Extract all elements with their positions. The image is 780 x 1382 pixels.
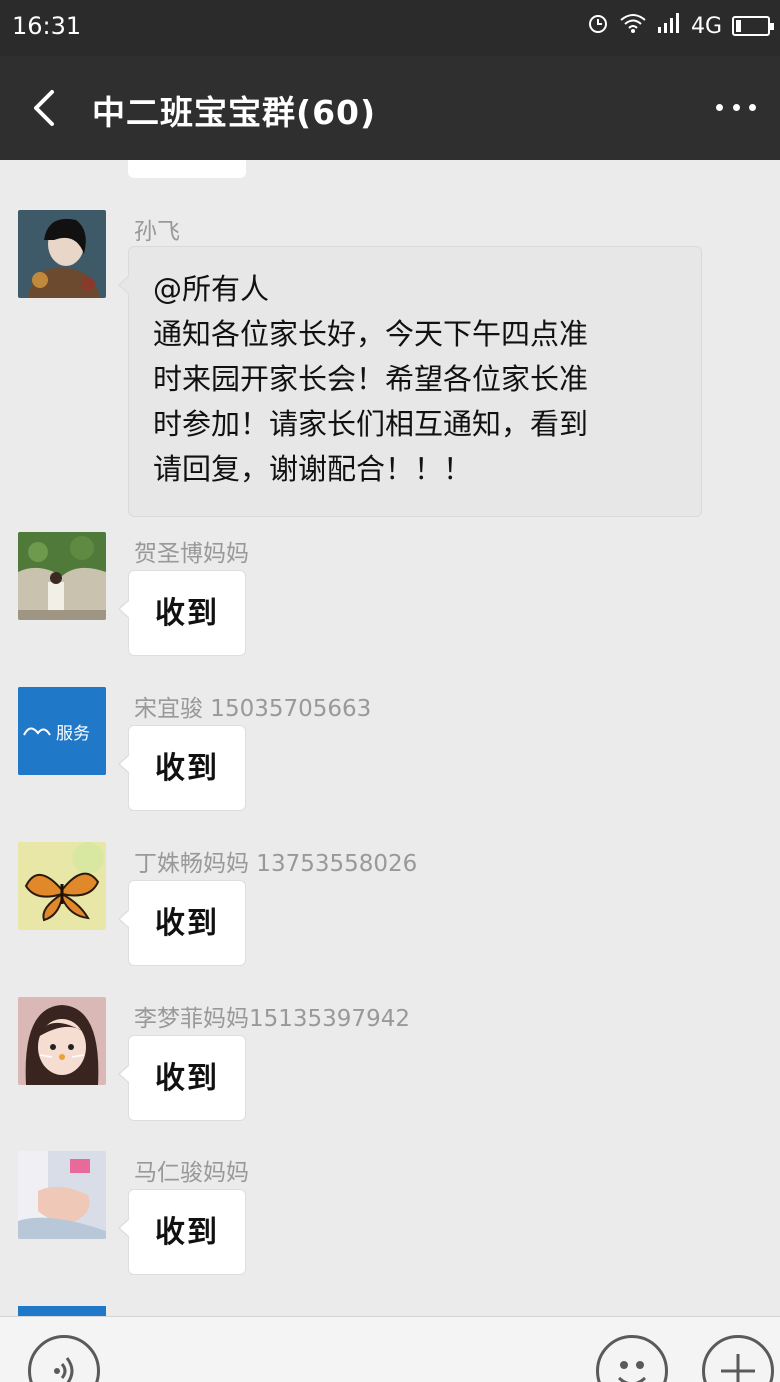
garden-photo-avatar[interactable] (18, 532, 106, 620)
sender-name: 贺圣博妈妈 (134, 541, 249, 567)
service-logo-text: 服务 (56, 724, 90, 744)
voice-icon (54, 1357, 74, 1382)
battery-icon (732, 16, 774, 36)
alarm-icon (587, 12, 609, 40)
message-bubble[interactable]: 收到 (118, 570, 246, 656)
message-text: 收到 (155, 1214, 219, 1250)
chat-area[interactable]: 孙飞 @所有人 通知各位家长好，今天下午四点准 时来园开家长会！希望各位家长准 … (0, 160, 780, 1316)
voice-button[interactable] (28, 1335, 100, 1382)
sender-name: 孙飞 (134, 219, 180, 245)
emoji-button[interactable] (596, 1335, 668, 1382)
wifi-icon (619, 12, 647, 40)
message-text: 收到 (155, 750, 219, 786)
message-bubble[interactable]: @所有人 通知各位家长好，今天下午四点准 时来园开家长会！希望各位家长准 时参加… (118, 246, 702, 517)
message-bubble[interactable]: 收到 (118, 1035, 246, 1121)
signal-icon (657, 12, 681, 40)
chat-title: 中二班宝宝群(60) (92, 93, 377, 132)
status-icons: 4G (587, 12, 774, 40)
dot-icon (749, 103, 756, 111)
plus-icon (721, 1354, 755, 1382)
sender-name: 宋宜骏 15035705663 (134, 696, 372, 722)
emoji-icon (617, 1361, 647, 1382)
child-hand-avatar[interactable] (18, 1151, 106, 1239)
input-bar (0, 1316, 780, 1382)
dot-icon (716, 103, 723, 111)
previous-message-bubble[interactable] (128, 160, 246, 178)
partial-avatar[interactable] (18, 1306, 106, 1316)
message-text: 收到 (155, 595, 219, 631)
butterfly-avatar[interactable] (18, 842, 106, 930)
dot-icon (732, 103, 740, 111)
message-text: @所有人 通知各位家长好，今天下午四点准 时来园开家长会！希望各位家长准 时参加… (153, 272, 589, 486)
back-arrow-icon (34, 90, 54, 126)
status-bar: 16:31 4G (0, 0, 780, 56)
woman-portrait-avatar[interactable] (18, 210, 106, 298)
battery-fill (736, 20, 741, 32)
message-bubble[interactable]: 收到 (118, 880, 246, 966)
plus-button[interactable] (702, 1335, 774, 1382)
back-button[interactable] (26, 86, 66, 130)
message-text: 收到 (155, 905, 219, 941)
sender-name: 丁姝畅妈妈 13753558026 (134, 851, 418, 877)
more-options-button[interactable] (716, 92, 756, 122)
status-time: 16:31 (12, 12, 82, 40)
message-bubble[interactable]: 收到 (118, 1189, 246, 1275)
sender-name: 李梦菲妈妈15135397942 (134, 1006, 410, 1032)
title-bar: 中二班宝宝群(60) (0, 56, 780, 160)
message-text: 收到 (155, 1060, 219, 1096)
service-logo-avatar[interactable]: 服务 (18, 687, 106, 775)
network-type: 4G (690, 13, 722, 39)
girl-selfie-avatar[interactable] (18, 997, 106, 1085)
sender-name: 马仁骏妈妈 (134, 1160, 249, 1186)
message-bubble[interactable]: 收到 (118, 725, 246, 811)
